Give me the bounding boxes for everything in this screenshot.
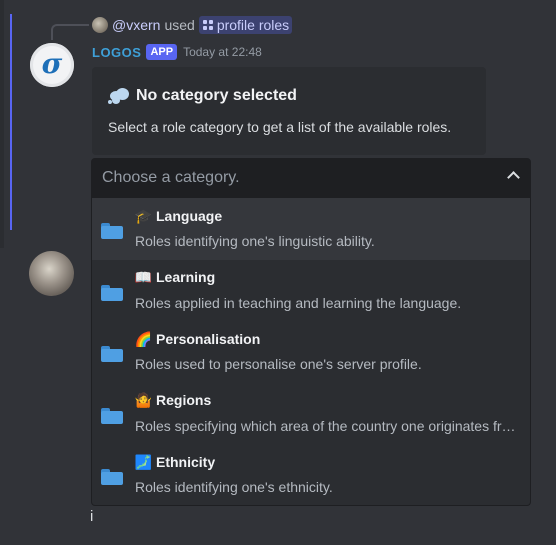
command-grid-icon	[202, 20, 213, 30]
folder-icon	[101, 346, 123, 363]
embed-title-text: No category selected	[136, 87, 297, 104]
option-description: Roles specifying which area of the count…	[135, 417, 519, 434]
message-timestamp[interactable]: Today at 22:48	[183, 45, 262, 59]
command-name: profile roles	[216, 17, 290, 33]
open-book-icon: 📖	[134, 269, 153, 286]
select-option-personalisation[interactable]: 🌈 Personalisation Roles used to personal…	[92, 321, 530, 383]
option-title: 🌈 Personalisation	[135, 330, 260, 347]
select-menu: 🎓 Language Roles identifying one's lingu…	[91, 198, 531, 506]
user-avatar[interactable]	[29, 251, 74, 296]
embed-description: Select a role category to get a list of …	[108, 119, 452, 135]
option-label: Regions	[156, 392, 212, 409]
chevron-up-icon[interactable]	[507, 171, 520, 184]
bot-username[interactable]: LOGOS	[92, 45, 141, 60]
option-title: 🎓 Language	[135, 207, 222, 224]
rainbow-icon: 🌈	[134, 330, 153, 347]
reply-spine	[51, 24, 89, 40]
embed-card: No category selected Select a role categ…	[92, 67, 486, 155]
select-option-ethnicity[interactable]: 🗾 Ethnicity Roles identifying one's ethn…	[92, 444, 530, 505]
option-label: Ethnicity	[156, 453, 216, 470]
option-description: Roles used to personalise one's server p…	[135, 356, 422, 373]
option-title: 🤷 Regions	[135, 392, 211, 409]
map-icon: 🗾	[134, 453, 153, 470]
option-title: 📖 Learning	[135, 269, 215, 286]
app-badge: APP	[146, 44, 178, 60]
bot-avatar-glyph: σ	[41, 47, 63, 80]
reply-username[interactable]: @vxern	[112, 17, 160, 33]
shrug-person-icon: 🤷	[134, 392, 153, 409]
folder-icon	[101, 469, 123, 486]
option-label: Learning	[156, 269, 216, 286]
bot-avatar[interactable]: σ	[30, 43, 74, 87]
select-placeholder: Choose a category.	[102, 169, 240, 186]
folder-icon	[101, 223, 123, 239]
option-title: 🗾 Ethnicity	[135, 453, 215, 470]
select-option-language[interactable]: 🎓 Language Roles identifying one's lingu…	[92, 198, 530, 260]
option-label: Personalisation	[156, 330, 261, 347]
thought-balloon-icon	[108, 87, 130, 105]
embed-title: No category selected	[108, 87, 297, 105]
message-header: LOGOS APP Today at 22:48	[92, 43, 262, 61]
reply-user-avatar[interactable]	[92, 17, 108, 33]
folder-icon	[101, 407, 123, 424]
command-reply-context[interactable]: @vxern used profile roles	[92, 15, 293, 35]
folder-icon	[101, 284, 123, 301]
reply-used-text: used	[164, 17, 195, 33]
option-description: Roles identifying one's ethnicity.	[135, 479, 333, 496]
option-label: Language	[156, 207, 223, 224]
slash-command-pill[interactable]: profile roles	[198, 16, 293, 34]
option-description: Roles applied in teaching and learning t…	[135, 294, 462, 311]
category-select[interactable]: Choose a category.	[91, 158, 531, 198]
message-text: i	[90, 508, 94, 525]
select-option-regions[interactable]: 🤷 Regions Roles specifying which area of…	[92, 383, 530, 445]
select-option-learning[interactable]: 📖 Learning Roles applied in teaching and…	[92, 260, 530, 322]
option-description: Roles identifying one's linguistic abili…	[135, 233, 375, 249]
graduation-cap-icon: 🎓	[134, 207, 153, 224]
mention-highlight-bar	[10, 14, 12, 230]
left-rail	[0, 0, 4, 248]
